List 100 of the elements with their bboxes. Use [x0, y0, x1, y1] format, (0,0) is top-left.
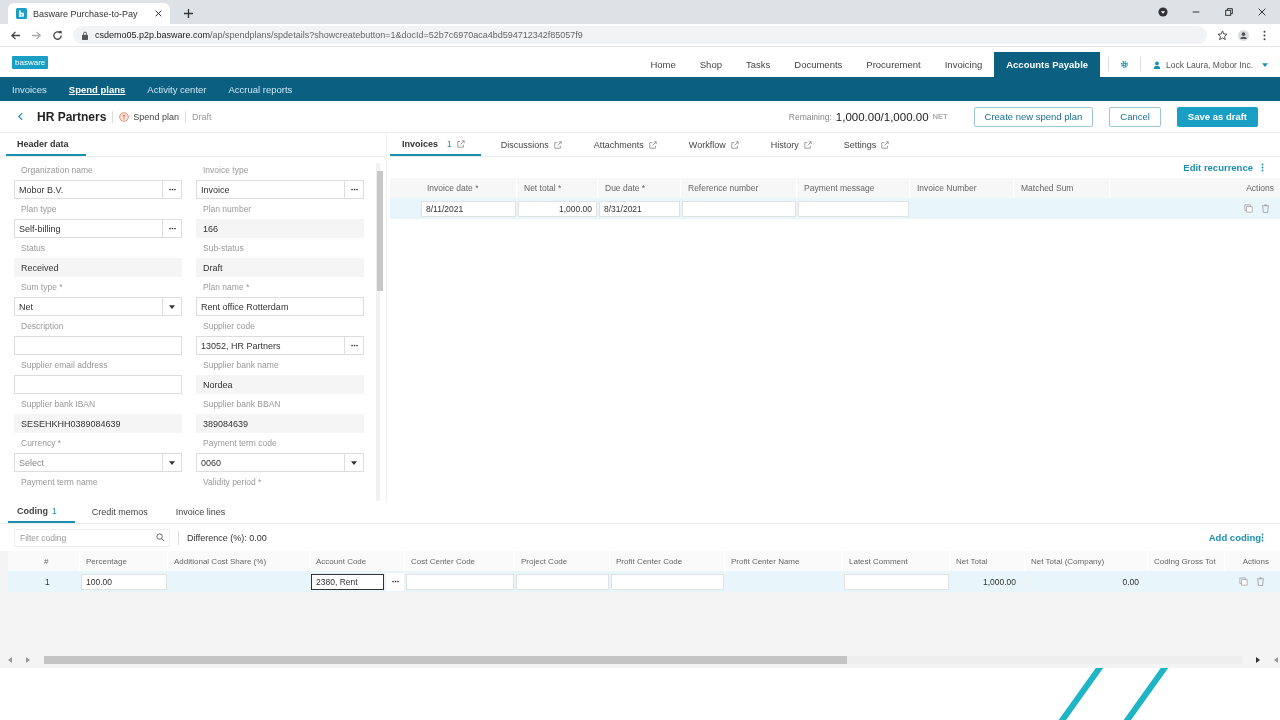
text-field[interactable]: Rent office Rotterdam — [196, 297, 364, 316]
field-label: Payment term code — [202, 438, 278, 449]
field-label: Plan number — [202, 204, 253, 215]
cell-input[interactable] — [844, 573, 949, 590]
field-label: Supplier bank name — [202, 360, 280, 371]
dropdown-field[interactable]: Select — [14, 453, 182, 472]
detail-tab[interactable]: Workflow — [676, 133, 751, 156]
lookup-field[interactable]: Invoice — [196, 180, 364, 199]
reload-icon[interactable] — [52, 29, 63, 41]
column-header: Actions — [1245, 182, 1275, 195]
subnav-link[interactable]: Accrual reports — [228, 83, 293, 95]
filter-field[interactable]: Filter coding — [14, 528, 170, 547]
subnav-link[interactable]: Spend plans — [68, 83, 126, 95]
subnav-link[interactable]: Invoices — [12, 83, 47, 95]
edit-recurrence-link[interactable]: Edit recurrence — [1183, 162, 1253, 173]
detail-tab[interactable]: Attachments — [581, 133, 669, 156]
close-icon[interactable] — [1257, 7, 1267, 17]
back-icon[interactable] — [10, 29, 21, 41]
text-field[interactable] — [14, 336, 182, 355]
cell-input[interactable] — [611, 573, 724, 590]
detail-tab[interactable]: Settings — [831, 133, 902, 156]
column-header: Actions — [1241, 555, 1270, 568]
cell-input[interactable]: 1,000.00 — [518, 200, 597, 217]
table-row[interactable]: 8/11/2021 1,000.00 8/31/2021 — [390, 198, 1280, 219]
table-row[interactable]: 1 100.00 2380, Rent 1,000.00 0.00 — [8, 571, 1280, 592]
forward-icon[interactable] — [31, 29, 42, 41]
field-label: Supplier email address — [20, 360, 109, 371]
cell-input[interactable] — [682, 200, 796, 217]
nav-tab[interactable]: Shop — [687, 52, 734, 77]
scrollbar[interactable] — [376, 163, 380, 501]
field-label: Supplier code — [202, 321, 256, 332]
difference-text: Difference (%): 0.00 — [187, 532, 267, 543]
coding-tab[interactable]: Credit memos — [82, 501, 159, 523]
favicon-icon — [16, 8, 27, 19]
browser-tab[interactable]: Basware Purchase-to-Pay — [8, 3, 170, 24]
header-data-tab[interactable]: Header data — [6, 133, 86, 156]
status-label: Draft — [191, 111, 212, 122]
action-button[interactable]: Cancel — [1109, 106, 1161, 127]
cell-input[interactable]: 8/11/2021 — [421, 200, 516, 217]
subnav-link[interactable]: Activity center — [147, 83, 207, 95]
cell-input[interactable]: 100.00 — [81, 573, 167, 590]
detail-tab[interactable]: Invoices 1 — [390, 133, 481, 156]
ellipsis-icon[interactable] — [168, 227, 176, 230]
nav-tab[interactable]: Procurement — [854, 52, 933, 77]
nav-tab[interactable]: Accounts Payable — [994, 52, 1101, 77]
field-label: Invoice type — [202, 165, 250, 176]
coding-tab[interactable]: Coding 1 — [8, 501, 75, 523]
dropdown-field[interactable]: Net — [14, 297, 182, 316]
ellipsis-icon[interactable] — [168, 188, 176, 191]
extension-icon[interactable] — [1158, 7, 1168, 17]
add-coding-link[interactable]: Add coding — [1208, 532, 1261, 543]
dropdown-field[interactable]: 0060 — [196, 453, 364, 472]
detail-tab[interactable]: Discussions — [488, 133, 574, 156]
trash-icon[interactable] — [1256, 577, 1265, 586]
nav-tab[interactable]: Documents — [782, 52, 855, 77]
nav-tab[interactable]: Home — [638, 52, 688, 77]
ellipsis-icon[interactable] — [391, 580, 399, 583]
detail-tab[interactable]: History — [758, 133, 824, 156]
cell-input[interactable] — [798, 200, 909, 217]
trash-icon[interactable] — [1261, 204, 1270, 213]
page-title: HR Partners — [37, 109, 107, 124]
scroll-right-icon[interactable] — [1256, 657, 1260, 663]
profile-icon[interactable] — [1238, 29, 1249, 41]
ellipsis-icon[interactable] — [350, 188, 358, 191]
new-tab-icon[interactable] — [184, 9, 193, 18]
cell-input[interactable]: 8/31/2021 — [599, 200, 680, 217]
lookup-field[interactable]: Self-billing — [14, 219, 182, 238]
text-field[interactable] — [14, 375, 182, 394]
settings-icon[interactable] — [1120, 60, 1130, 69]
more-icon[interactable] — [1261, 163, 1264, 172]
search-icon[interactable] — [156, 533, 165, 542]
nav-tab[interactable]: Tasks — [733, 52, 783, 77]
copy-icon[interactable] — [1244, 204, 1253, 213]
star-icon[interactable] — [1217, 29, 1228, 41]
coding-tab[interactable]: Invoice lines — [166, 501, 237, 523]
spend-plan-icon — [119, 111, 130, 122]
close-icon[interactable] — [155, 10, 162, 17]
lookup-field[interactable]: 13052, HR Partners — [196, 336, 364, 355]
external-link-icon — [648, 140, 657, 149]
nav-tab[interactable]: Invoicing — [932, 52, 995, 77]
lookup-field[interactable]: Mobor B.V. — [14, 180, 182, 199]
field-label: Currency * — [20, 438, 63, 449]
cell-input[interactable]: 2380, Rent — [311, 573, 384, 590]
cell-input[interactable] — [406, 573, 514, 590]
address-field[interactable]: csdemo05.p2p.basware.com/ap/spendplans/spdetails?showcreatebutton=1&docId=52b7c6970aca4bd594712342f85057f9 — [73, 26, 1207, 44]
more-icon[interactable] — [1261, 533, 1264, 542]
cell-input[interactable] — [516, 573, 609, 590]
user-icon — [1153, 60, 1162, 69]
copy-icon[interactable] — [1239, 577, 1248, 586]
caret-icon — [169, 460, 175, 465]
field-label: Validity period * — [202, 477, 263, 488]
restore-icon[interactable] — [1224, 7, 1234, 17]
user-menu[interactable]: Lock Laura, Mobor Inc. — [1149, 52, 1268, 77]
ellipsis-icon[interactable] — [350, 344, 358, 347]
remaining-amount: 1,000.00/1,000.00 — [835, 110, 929, 123]
action-button[interactable]: Create new spend plan — [973, 106, 1094, 127]
scroll-left-icon[interactable] — [1274, 657, 1278, 663]
scroll-left-icon[interactable] — [8, 657, 12, 663]
external-link-icon — [456, 139, 465, 148]
caret-icon — [351, 460, 357, 465]
